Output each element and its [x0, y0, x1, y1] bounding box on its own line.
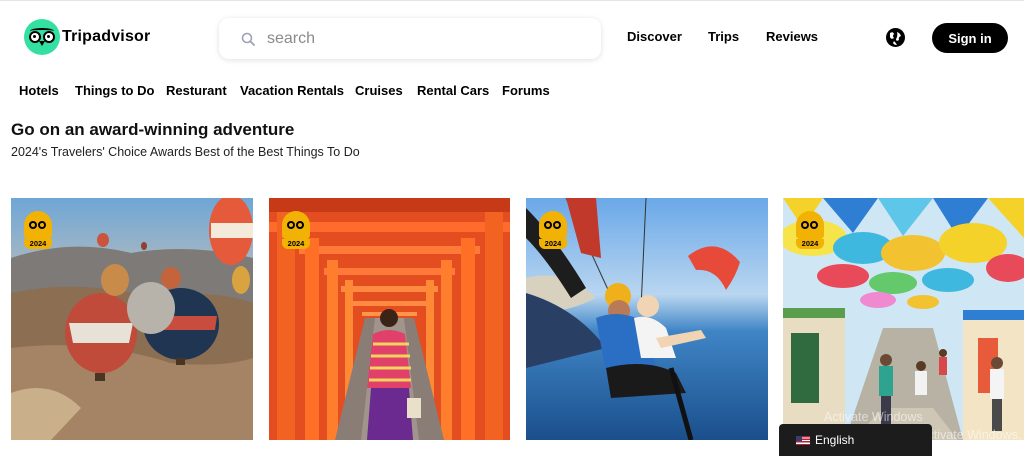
travelers-choice-badge: 2024: [796, 211, 824, 249]
category-rental-cars[interactable]: Rental Cars: [417, 83, 489, 98]
award-year: 2024: [796, 239, 824, 249]
category-hotels[interactable]: Hotels: [19, 83, 59, 98]
attraction-card-paragliding[interactable]: 2024: [526, 198, 768, 440]
brand-name: Tripadvisor: [62, 28, 151, 45]
attraction-card-balloons[interactable]: 2024: [11, 198, 253, 440]
search-bar[interactable]: [219, 18, 601, 59]
category-forums[interactable]: Forums: [502, 83, 550, 98]
attraction-card-umbrella-street[interactable]: 2024: [783, 198, 1024, 440]
nav-discover[interactable]: Discover: [627, 29, 682, 44]
travelers-choice-badge: 2024: [539, 211, 567, 249]
header: Tripadvisor Discover Trips Reviews Sign …: [0, 0, 1024, 76]
nav-reviews[interactable]: Reviews: [766, 29, 818, 44]
category-vacation-rentals[interactable]: Vacation Rentals: [240, 83, 344, 98]
award-year: 2024: [539, 239, 567, 249]
language-label: English: [815, 433, 855, 447]
travelers-choice-badge: 2024: [282, 211, 310, 249]
travelers-choice-badge: 2024: [24, 211, 52, 249]
globe-icon[interactable]: [885, 27, 906, 48]
top-divider: [0, 0, 1024, 1]
category-restaurants[interactable]: Resturant: [166, 83, 227, 98]
owl-logo-icon: [24, 19, 60, 55]
sign-in-button[interactable]: Sign in: [932, 23, 1008, 53]
attraction-card-torii-gates[interactable]: 2024: [269, 198, 510, 440]
category-cruises[interactable]: Cruises: [355, 83, 403, 98]
award-year: 2024: [282, 239, 310, 249]
award-year: 2024: [24, 239, 52, 249]
section-subtitle: 2024's Travelers' Choice Awards Best of …: [11, 145, 360, 159]
section-title: Go on an award-winning adventure: [11, 120, 295, 139]
search-input[interactable]: [267, 27, 587, 51]
category-things-to-do[interactable]: Things to Do: [75, 83, 154, 98]
nav-trips[interactable]: Trips: [708, 29, 739, 44]
search-icon: [241, 32, 255, 46]
language-selector[interactable]: English: [779, 424, 932, 456]
tripadvisor-logo[interactable]: Tripadvisor: [24, 19, 150, 55]
us-flag-icon: [796, 435, 810, 445]
